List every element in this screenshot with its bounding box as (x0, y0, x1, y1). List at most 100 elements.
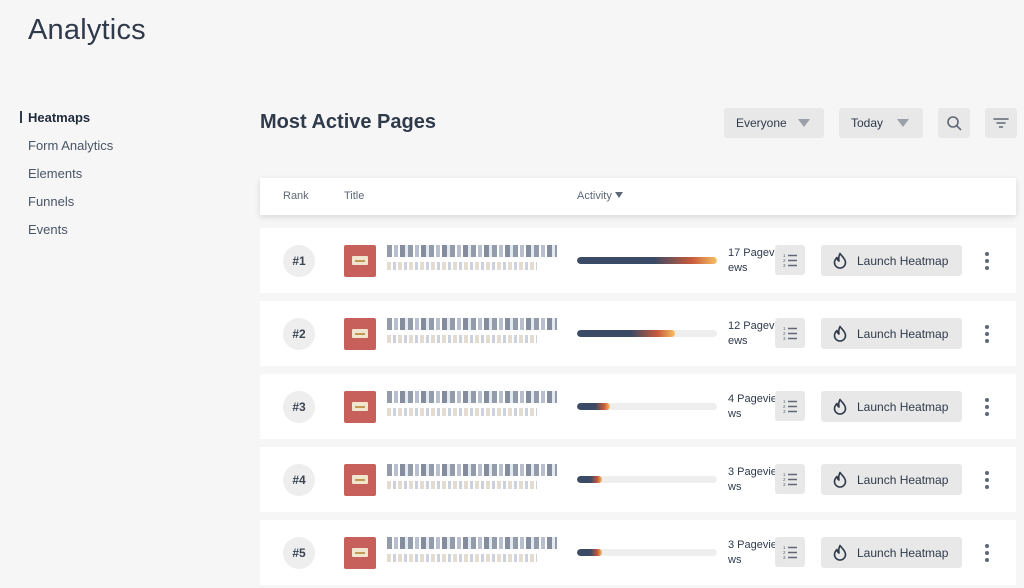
sidebar-item-events[interactable]: Events (20, 220, 220, 248)
flame-icon (833, 398, 847, 415)
sidebar-item-funnels[interactable]: Funnels (20, 192, 220, 220)
search-icon (947, 116, 962, 131)
launch-heatmap-button[interactable]: Launch Heatmap (821, 464, 962, 495)
column-header-title[interactable]: Title (344, 190, 364, 202)
more-vertical-icon-dot (985, 551, 989, 555)
more-vertical-icon (985, 544, 989, 548)
caret-down-icon (897, 119, 909, 127)
page-title-redacted[interactable] (387, 245, 557, 257)
table-row[interactable]: #5 3 Pageviews 1 2 3 Launch Heatmap (260, 520, 1016, 585)
flame-icon (833, 471, 847, 488)
page-list-button[interactable]: 1 2 3 (775, 318, 805, 348)
list-icon: 1 2 3 (783, 472, 797, 487)
activity-bar (577, 549, 717, 556)
launch-heatmap-button[interactable]: Launch Heatmap (821, 391, 962, 422)
page-url-redacted (387, 262, 537, 270)
svg-text:3: 3 (783, 555, 786, 560)
activity-bar (577, 476, 717, 483)
period-dropdown[interactable]: Today (839, 108, 923, 138)
activity-bar (577, 403, 717, 410)
launch-heatmap-label: Launch Heatmap (857, 472, 949, 487)
more-options-button[interactable] (980, 467, 994, 493)
more-vertical-icon (985, 471, 989, 475)
more-options-button[interactable] (980, 321, 994, 347)
page-thumbnail (344, 318, 376, 350)
list-icon: 1 2 3 (783, 326, 797, 341)
table-row[interactable]: #2 12 Pageviews 1 2 3 Launch Heatmap (260, 301, 1016, 366)
more-vertical-icon (985, 252, 989, 256)
page-url-redacted (387, 335, 537, 343)
flame-icon (833, 252, 847, 269)
table-row[interactable]: #3 4 Pageviews 1 2 3 Launch Heatmap (260, 374, 1016, 439)
more-options-button[interactable] (980, 540, 994, 566)
list-icon: 1 2 3 (783, 399, 797, 414)
page-title-redacted[interactable] (387, 464, 557, 476)
sidebar-item-elements[interactable]: Elements (20, 164, 220, 192)
page-thumbnail (344, 391, 376, 423)
page-url-redacted (387, 481, 537, 489)
page-list-button[interactable]: 1 2 3 (775, 464, 805, 494)
launch-heatmap-label: Launch Heatmap (857, 399, 949, 414)
page-list-button[interactable]: 1 2 3 (775, 245, 805, 275)
launch-heatmap-button[interactable]: Launch Heatmap (821, 537, 962, 568)
more-options-button[interactable] (980, 394, 994, 420)
launch-heatmap-label: Launch Heatmap (857, 326, 949, 341)
rank-badge: #3 (283, 391, 315, 423)
more-vertical-icon (985, 398, 989, 402)
column-header-rank[interactable]: Rank (283, 190, 309, 202)
sidebar-item-heatmaps[interactable]: Heatmaps (20, 108, 220, 136)
more-vertical-icon-dot (985, 332, 989, 336)
more-vertical-icon-dot (985, 478, 989, 482)
page-list-button[interactable]: 1 2 3 (775, 391, 805, 421)
page-thumbnail (344, 464, 376, 496)
more-vertical-icon (985, 325, 989, 329)
launch-heatmap-button[interactable]: Launch Heatmap (821, 245, 962, 276)
more-vertical-icon-dot (985, 558, 989, 562)
page-title-redacted[interactable] (387, 318, 557, 330)
search-button[interactable] (938, 108, 970, 138)
period-dropdown-label: Today (851, 116, 884, 130)
more-options-button[interactable] (980, 248, 994, 274)
page-thumbnail (344, 537, 376, 569)
svg-text:3: 3 (783, 336, 786, 341)
filter-icon (993, 118, 1009, 128)
svg-text:3: 3 (783, 263, 786, 268)
caret-down-icon (798, 119, 810, 127)
sidebar-item-form-analytics[interactable]: Form Analytics (20, 136, 220, 164)
svg-text:3: 3 (783, 482, 786, 487)
page-title-redacted[interactable] (387, 391, 557, 403)
audience-dropdown-label: Everyone (736, 116, 787, 130)
table-row[interactable]: #4 3 Pageviews 1 2 3 Launch Heatmap (260, 447, 1016, 512)
pageviews-count: 3 Pageviews (728, 539, 777, 566)
launch-heatmap-label: Launch Heatmap (857, 545, 949, 560)
svg-text:3: 3 (783, 409, 786, 414)
table-header: Rank Title Activity (260, 178, 1016, 215)
pageviews-count: 12 Pageviews (728, 320, 777, 347)
page-url-redacted (387, 408, 537, 416)
table-row[interactable]: #1 17 Pageviews 1 2 3 Launch Heatmap (260, 228, 1016, 293)
filter-button[interactable] (985, 108, 1017, 138)
page-title-redacted[interactable] (387, 537, 557, 549)
more-vertical-icon-dot (985, 266, 989, 270)
activity-bar-fill (577, 403, 610, 410)
rank-badge: #2 (283, 318, 315, 350)
column-header-activity-label: Activity (577, 190, 612, 202)
launch-heatmap-button[interactable]: Launch Heatmap (821, 318, 962, 349)
audience-dropdown[interactable]: Everyone (724, 108, 824, 138)
column-header-activity[interactable]: Activity (577, 190, 623, 202)
activity-bar (577, 330, 717, 337)
rank-badge: #4 (283, 464, 315, 496)
rank-badge: #5 (283, 537, 315, 569)
more-vertical-icon-dot (985, 485, 989, 489)
page-title: Most Active Pages (260, 111, 436, 133)
page-url-redacted (387, 554, 537, 562)
sort-caret-icon (614, 192, 623, 198)
page-list-button[interactable]: 1 2 3 (775, 537, 805, 567)
flame-icon (833, 325, 847, 342)
page-thumbnail (344, 245, 376, 277)
more-vertical-icon-dot (985, 405, 989, 409)
activity-bar-fill (577, 330, 675, 337)
launch-heatmap-label: Launch Heatmap (857, 253, 949, 268)
app-title: Analytics (28, 14, 146, 46)
pageviews-count: 3 Pageviews (728, 466, 777, 493)
